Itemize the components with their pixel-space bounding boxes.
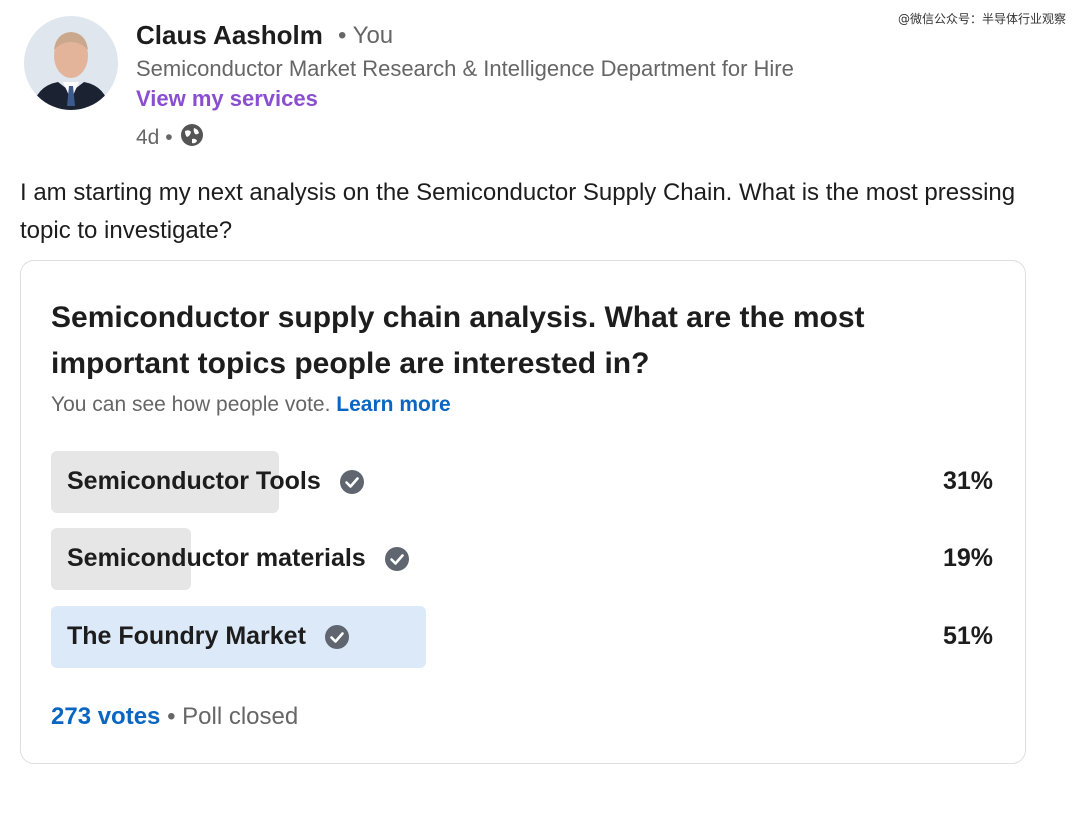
poll-option-tools[interactable]: Semiconductor Tools 31% bbox=[51, 451, 993, 513]
poll-option-label: Semiconductor Tools bbox=[67, 467, 365, 496]
check-icon bbox=[339, 469, 364, 494]
post-time: 4d • bbox=[136, 122, 205, 154]
poll-visibility-text: You can see how people vote. bbox=[51, 393, 331, 416]
learn-more-link[interactable]: Learn more bbox=[336, 393, 450, 416]
poll-option-percent: 51% bbox=[942, 622, 993, 650]
poll-question: Semiconductor supply chain analysis. Wha… bbox=[51, 301, 865, 380]
poll-option-percent: 31% bbox=[942, 467, 993, 495]
poll-hint: You can see how people vote. Learn more bbox=[51, 393, 451, 417]
poll-option-materials[interactable]: Semiconductor materials 19% bbox=[51, 528, 993, 590]
avatar-image bbox=[24, 16, 118, 110]
poll-status: • Poll closed bbox=[167, 703, 299, 730]
view-services-link[interactable]: View my services bbox=[136, 86, 318, 112]
poll-option-percent: 19% bbox=[942, 544, 993, 572]
poll-card: Semiconductor supply chain analysis. Wha… bbox=[20, 260, 1026, 764]
watermark: @微信公众号：半导体行业观察 bbox=[897, 12, 1066, 26]
poll-option-foundry[interactable]: The Foundry Market 51% bbox=[51, 606, 993, 668]
poll-option-text: Semiconductor materials bbox=[67, 544, 366, 572]
vote-count-link[interactable]: 273 votes bbox=[51, 703, 160, 730]
poll-option-text: Semiconductor Tools bbox=[67, 467, 321, 495]
author-name[interactable]: Claus Aasholm bbox=[136, 20, 323, 51]
post-age: 4d • bbox=[136, 126, 173, 149]
author-badge: • You bbox=[338, 22, 394, 49]
avatar[interactable] bbox=[24, 16, 118, 110]
author-headline: Semiconductor Market Research & Intellig… bbox=[136, 56, 794, 81]
poll-option-label: Semiconductor materials bbox=[67, 544, 410, 573]
poll-option-text: The Foundry Market bbox=[67, 622, 306, 650]
globe-icon bbox=[179, 122, 205, 154]
post-text: I am starting my next analysis on the Se… bbox=[20, 179, 1016, 244]
poll-footer: 273 votes • Poll closed bbox=[51, 703, 298, 731]
check-icon bbox=[324, 624, 349, 649]
poll-option-label: The Foundry Market bbox=[67, 622, 350, 651]
check-icon bbox=[384, 546, 409, 571]
